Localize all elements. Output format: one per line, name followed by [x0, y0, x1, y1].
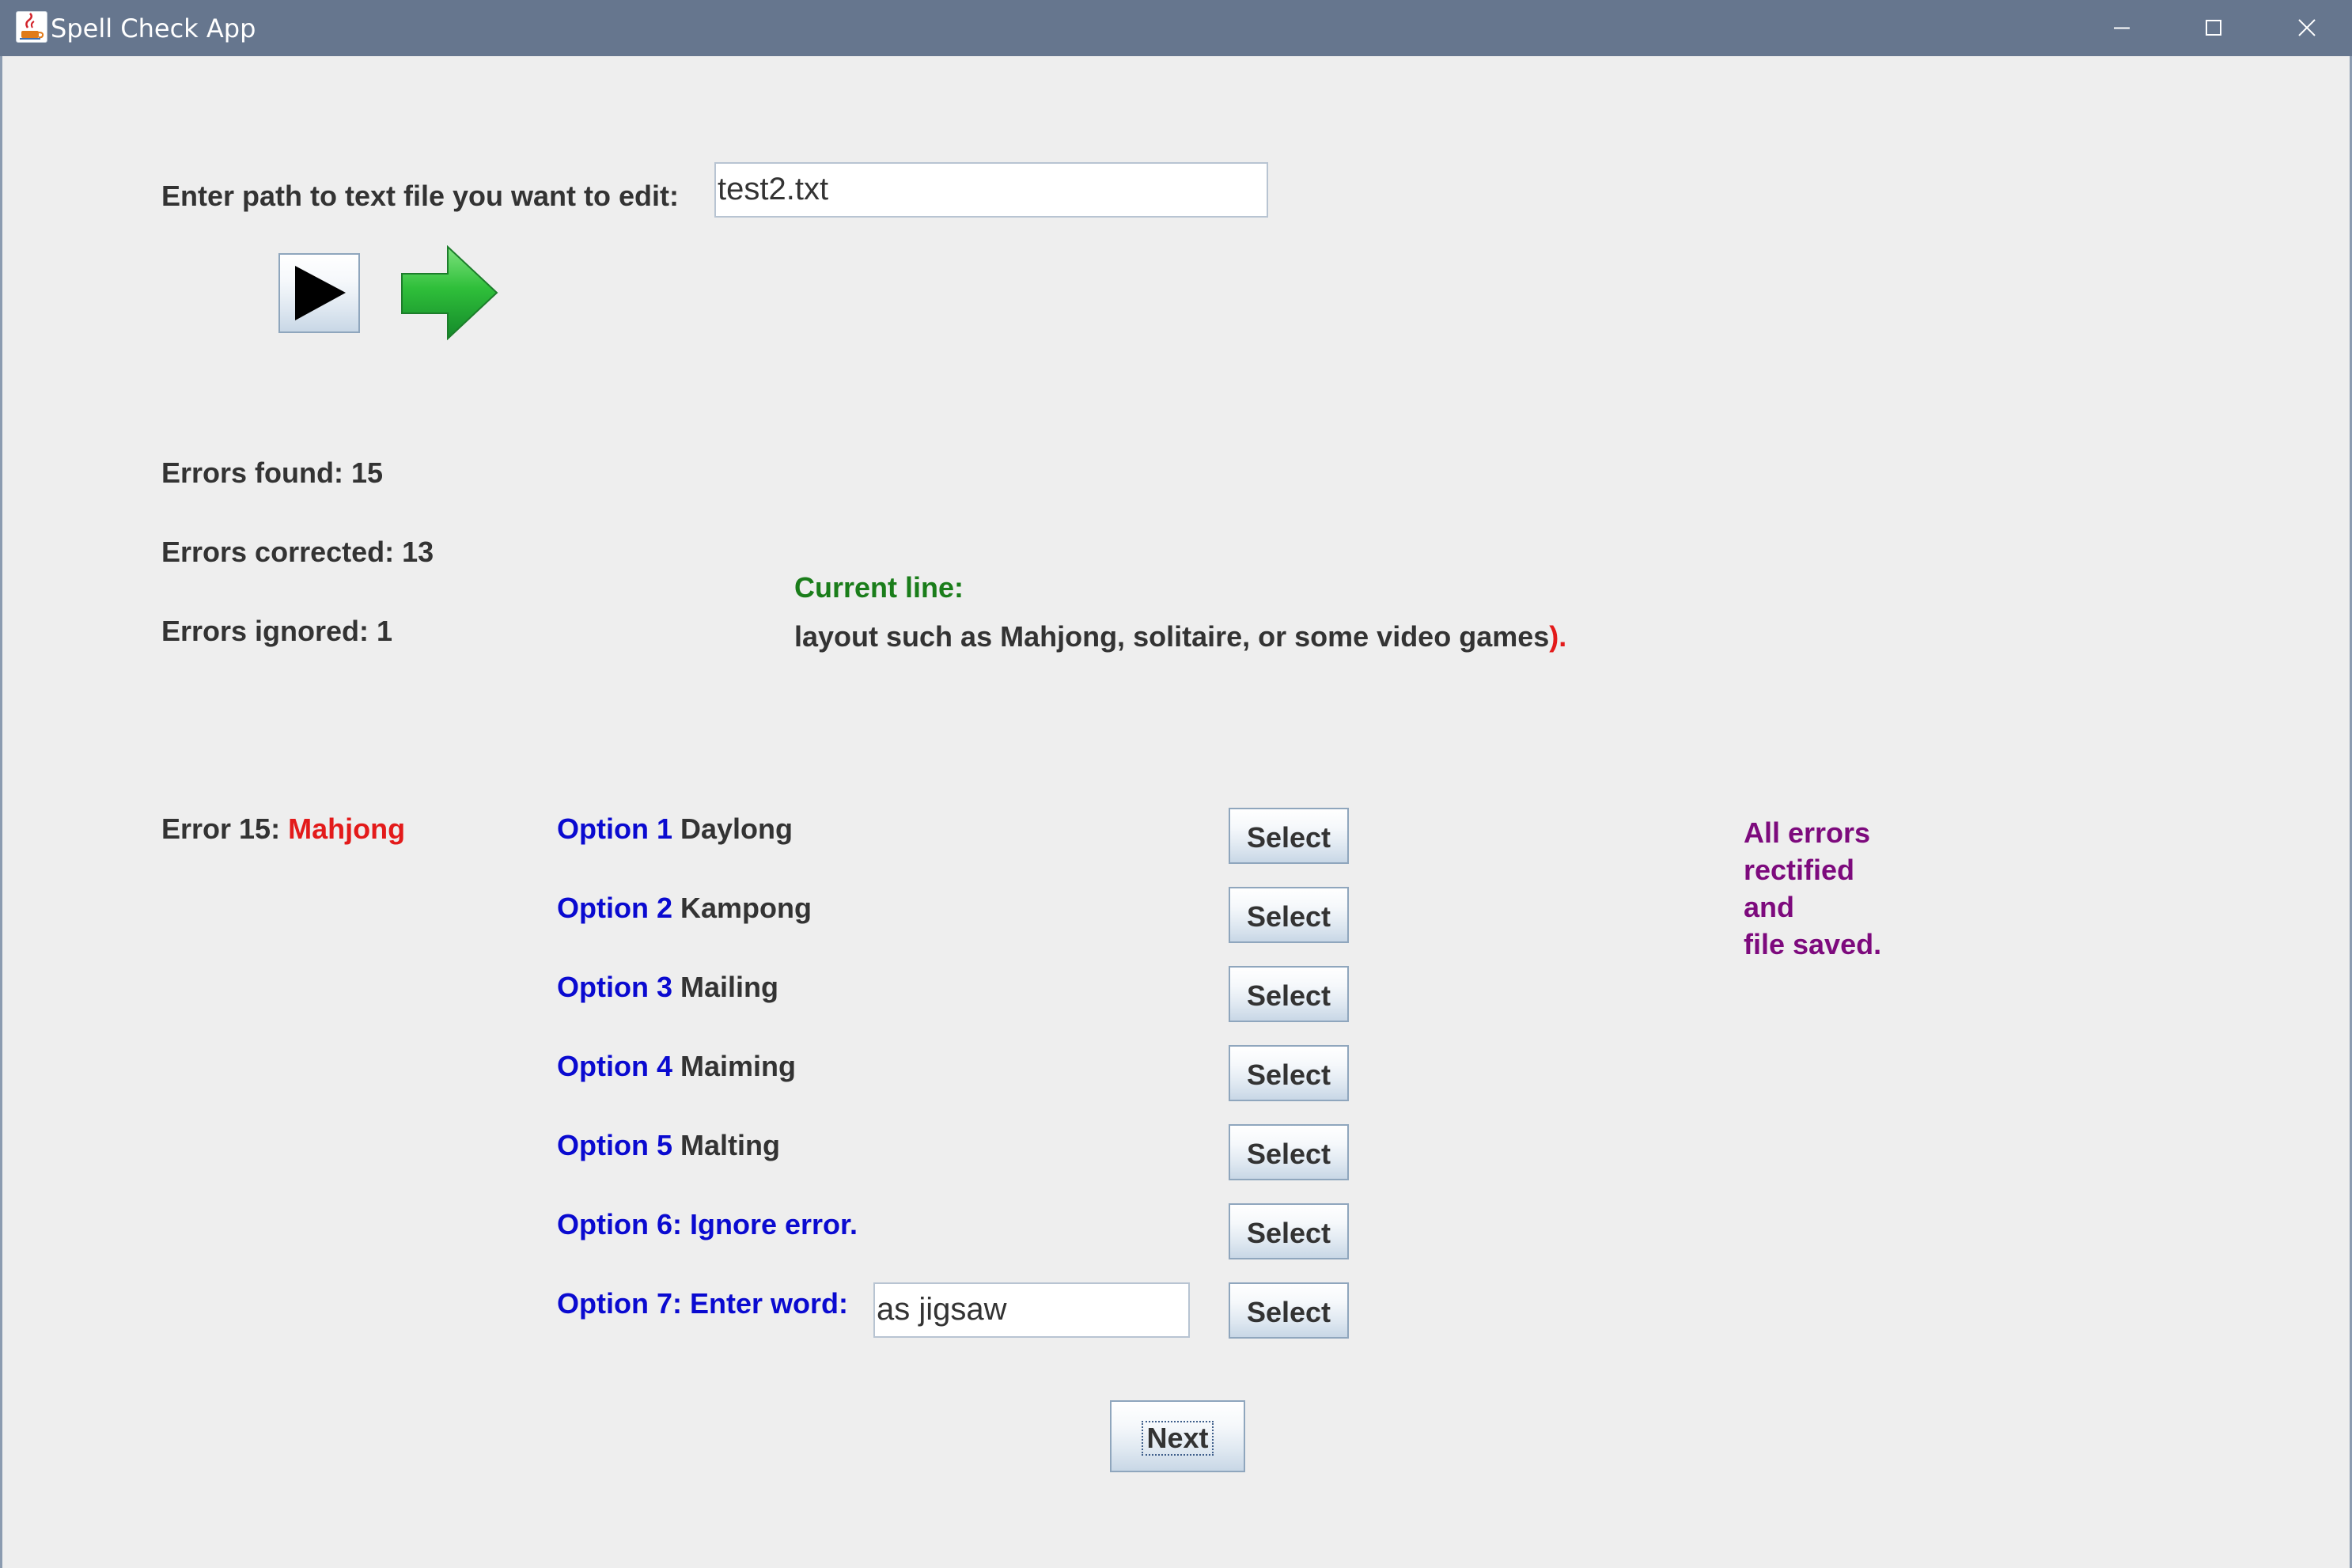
next-button-label: Next: [1142, 1421, 1214, 1456]
errors-ignored-label: Errors ignored: 1: [161, 615, 393, 647]
java-app-icon: [16, 11, 47, 43]
error-heading: Error 15: Mahjong: [161, 812, 405, 846]
select-option-5-button[interactable]: Select: [1229, 1124, 1349, 1180]
maximize-button[interactable]: [2168, 0, 2259, 56]
select-option-3-button[interactable]: Select: [1229, 966, 1349, 1022]
select-option-1-button[interactable]: Select: [1229, 808, 1349, 864]
option-label: Option 3: [557, 971, 672, 1003]
status-line: rectified: [1744, 854, 1855, 886]
option-suggestion: Kampong: [680, 892, 812, 924]
enter-word-option-label: Option 7: Enter word:: [557, 1287, 848, 1320]
select-option-4-button[interactable]: Select: [1229, 1045, 1349, 1101]
option-row: Option 4 Maiming: [557, 1049, 796, 1084]
option-row: Option 5 Malting: [557, 1128, 780, 1163]
error-number-label: Error 15:: [161, 812, 281, 845]
status-line: and: [1744, 891, 1795, 923]
minimize-icon: [2114, 27, 2130, 29]
option-label: Option 5: [557, 1129, 672, 1161]
window-title: Spell Check App: [51, 13, 256, 44]
option-suggestion: Mailing: [680, 971, 779, 1003]
close-icon: [2298, 19, 2316, 36]
run-button[interactable]: [278, 253, 360, 333]
option-row: Option 1 Daylong: [557, 812, 793, 846]
current-line-text: layout such as Mahjong, solitaire, or so…: [794, 619, 1566, 654]
option-label: Option 1: [557, 812, 672, 845]
next-arrow-button[interactable]: [399, 244, 502, 341]
option-suggestion: Daylong: [680, 812, 793, 845]
option-suggestion: Maiming: [680, 1050, 797, 1082]
option-row: Option 3 Mailing: [557, 970, 778, 1005]
option-row: Option 2 Kampong: [557, 891, 812, 926]
close-button[interactable]: [2260, 0, 2352, 56]
play-icon: [295, 266, 346, 320]
maximize-icon: [2206, 20, 2221, 36]
current-line-content: layout such as Mahjong, solitaire, or so…: [794, 620, 1550, 653]
select-enter-word-button[interactable]: Select: [1229, 1282, 1349, 1339]
next-button[interactable]: Next: [1110, 1400, 1245, 1472]
current-line-trailing: ).: [1549, 620, 1567, 653]
error-word: Mahjong: [288, 812, 406, 845]
errors-found-label: Errors found: 15: [161, 456, 384, 489]
select-ignore-button[interactable]: Select: [1229, 1203, 1349, 1259]
current-line-label: Current line:: [794, 571, 964, 604]
minimize-button[interactable]: [2076, 0, 2168, 56]
status-line: file saved.: [1744, 928, 1882, 960]
ignore-option-label: Option 6: Ignore error.: [557, 1208, 858, 1240]
status-line: All errors: [1744, 816, 1871, 849]
next-arrow-icon: [401, 244, 498, 341]
window-border-left: [0, 56, 2, 1568]
option-label: Option 4: [557, 1050, 672, 1082]
custom-word-input[interactable]: as jigsaw: [873, 1282, 1190, 1338]
option-suggestion: Malting: [680, 1129, 780, 1161]
file-path-label: Enter path to text file you want to edit…: [161, 180, 680, 212]
select-option-2-button[interactable]: Select: [1229, 887, 1349, 943]
errors-corrected-label: Errors corrected: 13: [161, 536, 434, 568]
file-path-input[interactable]: test2.txt: [714, 162, 1268, 218]
title-bar[interactable]: [0, 0, 2352, 56]
option-label: Option 2: [557, 892, 672, 924]
